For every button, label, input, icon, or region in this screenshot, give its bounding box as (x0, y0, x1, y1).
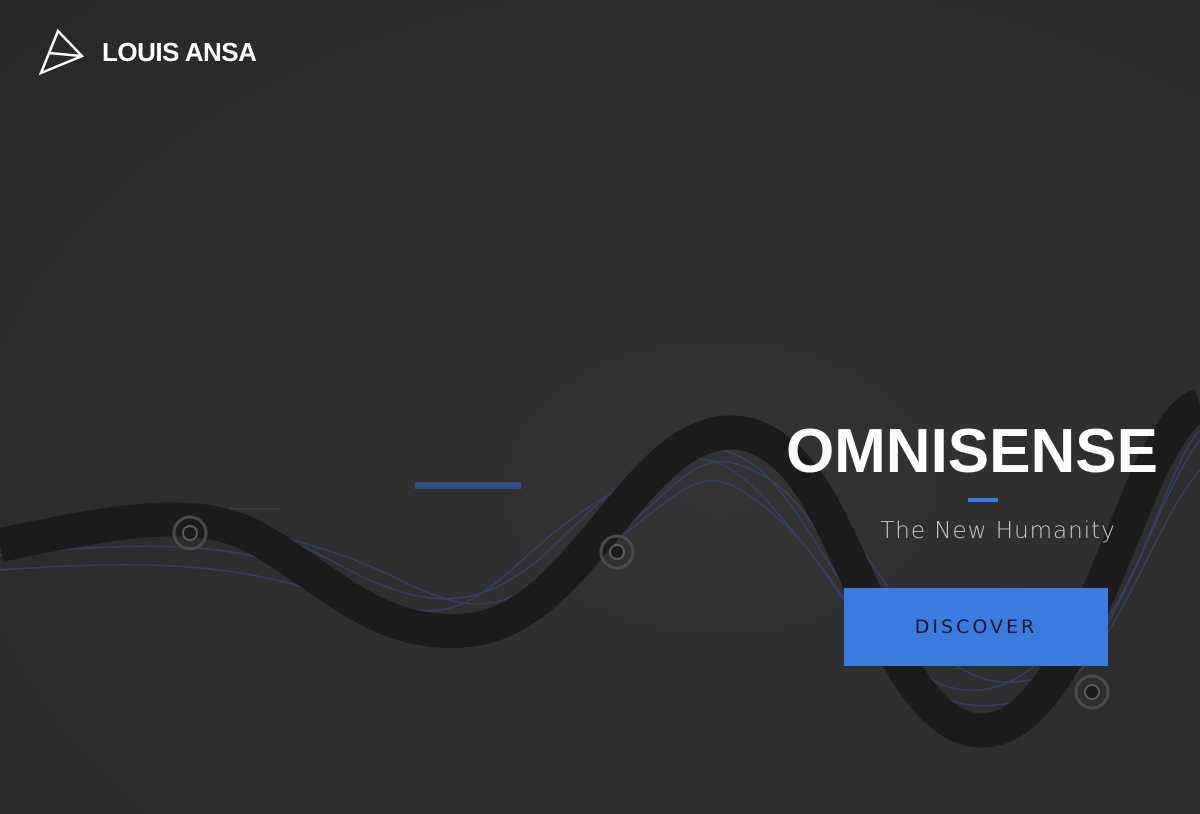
hero-title: OMNISENSE (785, 417, 1158, 486)
brand[interactable]: LOUIS ANSA (38, 28, 257, 76)
accent-dash (415, 482, 521, 489)
hero-content: OMNISENSE The New Humanity (778, 417, 1158, 545)
wave-graphic (0, 388, 1200, 748)
wave-node (1074, 674, 1110, 710)
discover-button-label: DISCOVER (914, 616, 1038, 638)
hero-subtitle: The New Humanity (880, 518, 1116, 544)
brand-name: LOUIS ANSA (102, 36, 257, 67)
discover-button[interactable]: DISCOVER (844, 588, 1108, 666)
triangle-logo-icon (38, 28, 85, 76)
title-divider (968, 498, 998, 502)
